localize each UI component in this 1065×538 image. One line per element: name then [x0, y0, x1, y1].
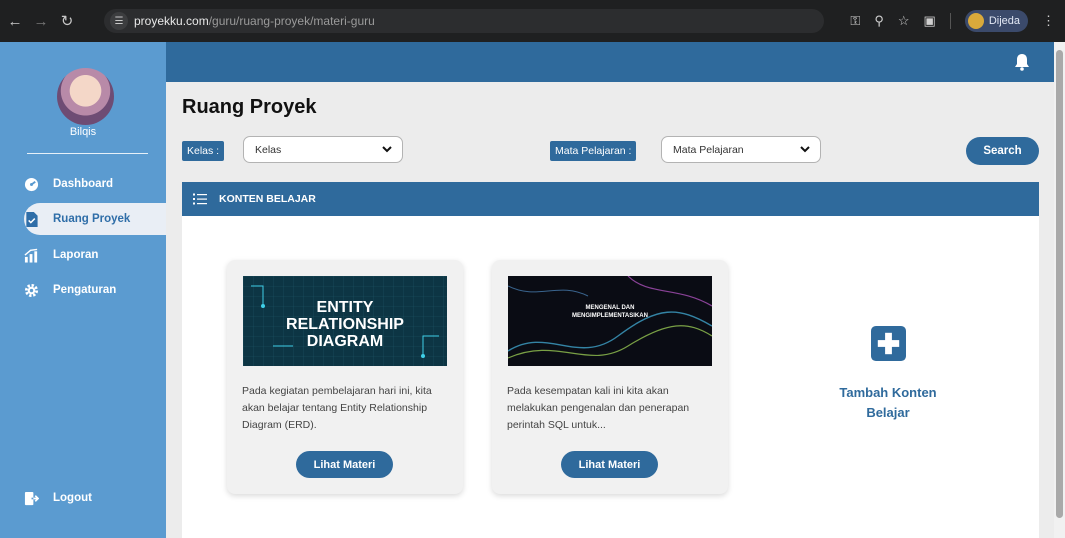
gauge-icon — [24, 177, 39, 192]
profile-avatar-icon — [967, 13, 984, 29]
profile-button[interactable]: Dijeda — [964, 10, 1028, 32]
main-content: Ruang Proyek Kelas : Kelas Mata Pelajara… — [166, 82, 1054, 538]
chart-icon — [24, 248, 39, 263]
zoom-icon[interactable]: ⚲ — [874, 13, 884, 29]
list-icon — [193, 193, 207, 205]
app: Bilqis Dashboard Ruang Proyek Laporan Pe — [0, 42, 1065, 538]
content-panel: ENTITY RELATIONSHIP DIAGRAM Pada kegiata… — [182, 216, 1039, 538]
sidebar-item-label: Pengaturan — [53, 284, 117, 296]
content-card: MENGENAL DAN MENGIMPLEMENTASIKAN Pada ke… — [492, 260, 728, 494]
username: Bilqis — [69, 126, 97, 138]
sidebar-divider — [27, 153, 148, 154]
divider — [949, 13, 951, 29]
document-icon — [24, 211, 39, 227]
kelas-select[interactable]: Kelas — [243, 136, 403, 163]
extensions-icon[interactable]: ▣ — [924, 13, 936, 29]
sidebar-item-label: Ruang Proyek — [53, 213, 131, 225]
content-card: ENTITY RELATIONSHIP DIAGRAM Pada kegiata… — [227, 260, 463, 494]
scrollbar-thumb[interactable] — [1056, 50, 1063, 518]
top-bar — [166, 42, 1054, 82]
scrollbar[interactable] — [1054, 42, 1065, 538]
logout-label: Logout — [53, 492, 92, 504]
thumb-line: ENTITY — [317, 299, 374, 316]
back-icon[interactable]: ← — [4, 10, 26, 32]
sidebar-item-dashboard[interactable]: Dashboard — [24, 168, 166, 200]
sidebar-item-label: Laporan — [53, 249, 99, 261]
reload-icon[interactable]: ↻ — [56, 10, 78, 32]
sidebar-item-laporan[interactable]: Laporan — [24, 239, 166, 271]
kelas-label: Kelas : — [182, 141, 225, 161]
lihat-materi-button[interactable]: Lihat Materi — [561, 451, 658, 478]
logout-button[interactable]: Logout — [24, 482, 166, 514]
panel-header: KONTEN BELAJAR — [182, 182, 1039, 216]
gear-icon — [24, 283, 39, 298]
thumb-line: MENGIMPLEMENTASIKAN — [572, 313, 648, 319]
mata-pelajaran-label: Mata Pelajaran : — [550, 141, 637, 161]
mata-pelajaran-select[interactable]: Mata Pelajaran — [661, 136, 821, 163]
tambah-konten-button[interactable]: Tambah Konten Belajar — [783, 326, 993, 423]
mata-pelajaran-select-value: Mata Pelajaran — [673, 143, 744, 156]
page-title: Ruang Proyek — [182, 96, 317, 118]
browser-menu-icon[interactable]: ⋮ — [1042, 13, 1055, 29]
chevron-down-icon — [800, 146, 810, 153]
bell-icon[interactable] — [1014, 53, 1030, 71]
forward-icon[interactable]: → — [30, 10, 52, 32]
logout-icon — [24, 491, 39, 506]
sidebar: Bilqis Dashboard Ruang Proyek Laporan Pe — [0, 42, 166, 538]
browser-toolbar: ← → ↻ ☰ proyekku.com/guru/ruang-proyek/m… — [0, 0, 1065, 42]
thumb-line: MENGENAL DAN — [586, 305, 635, 311]
thumb-line: DIAGRAM — [307, 333, 383, 350]
site-settings-icon[interactable]: ☰ — [110, 12, 128, 30]
card-description: Pada kesempatan kali ini kita akan melak… — [507, 385, 690, 431]
url-path: /guru/ruang-proyek/materi-guru — [208, 14, 375, 28]
bookmark-star-icon[interactable]: ☆ — [898, 13, 910, 29]
kelas-select-value: Kelas — [255, 143, 282, 156]
plus-square-icon — [870, 326, 906, 361]
chevron-down-icon — [382, 146, 392, 153]
erd-thumbnail: ENTITY RELATIONSHIP DIAGRAM — [243, 276, 447, 366]
sidebar-item-ruang-proyek[interactable]: Ruang Proyek — [24, 203, 166, 235]
sql-thumbnail: MENGENAL DAN MENGIMPLEMENTASIKAN — [508, 276, 712, 366]
tambah-konten-label: Tambah Konten — [839, 385, 937, 400]
avatar — [57, 68, 114, 125]
thumb-line: RELATIONSHIP — [286, 316, 404, 333]
panel-title: KONTEN BELAJAR — [219, 193, 316, 205]
address-bar[interactable]: ☰ proyekku.com/guru/ruang-proyek/materi-… — [104, 9, 824, 33]
search-button[interactable]: Search — [966, 137, 1039, 165]
profile-name: Dijeda — [988, 15, 1020, 27]
url-host: proyekku.com — [134, 14, 209, 28]
sidebar-item-label: Dashboard — [53, 178, 114, 190]
tambah-konten-label: Belajar — [866, 405, 910, 420]
password-key-icon[interactable]: ⚿ — [850, 13, 860, 29]
lihat-materi-button[interactable]: Lihat Materi — [296, 451, 393, 478]
sidebar-item-pengaturan[interactable]: Pengaturan — [24, 274, 166, 306]
card-description: Pada kegiatan pembelajaran hari ini, kit… — [242, 385, 432, 431]
